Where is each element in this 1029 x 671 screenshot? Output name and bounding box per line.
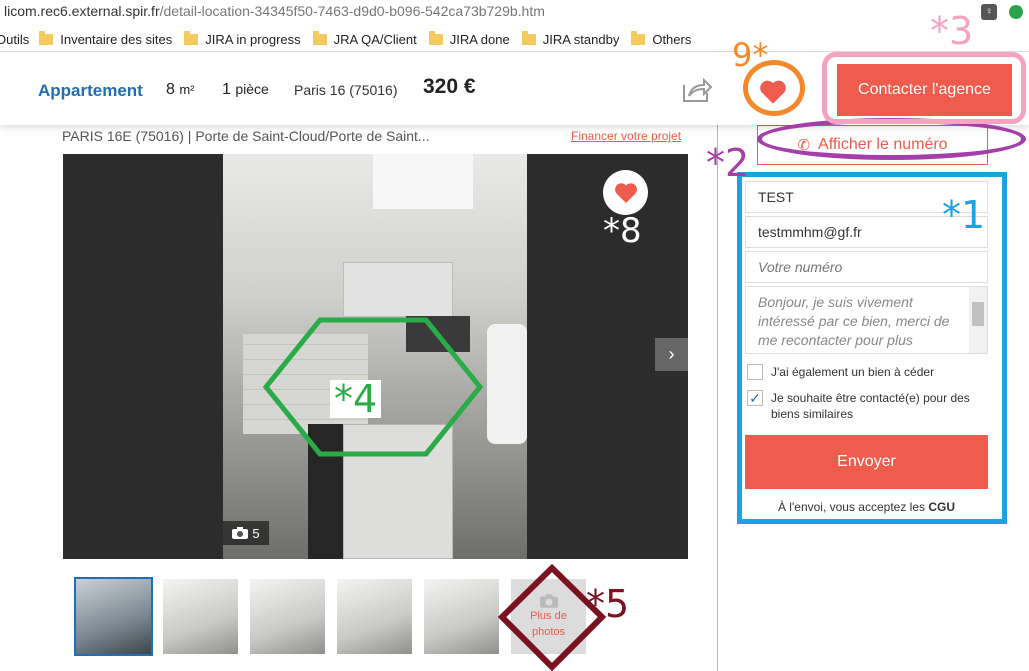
profile-icon[interactable]	[1009, 5, 1023, 19]
phone-placeholder: Votre numéro	[758, 259, 843, 275]
email-field[interactable]: testmmhm@gf.fr	[745, 216, 988, 248]
city: Paris 16 (75016)	[294, 82, 398, 98]
send-label: Envoyer	[837, 453, 896, 470]
name-field[interactable]: TEST	[745, 181, 988, 213]
bookmark-outils[interactable]: Outils	[0, 32, 29, 47]
bookmark-label: JIRA standby	[542, 32, 620, 47]
folder-icon	[521, 31, 536, 45]
check-bien-a-ceder-label: J'ai également un bien à céder	[771, 365, 935, 379]
email-value: testmmhm@gf.fr	[758, 224, 862, 240]
camera-icon	[539, 593, 558, 608]
photo-skylight	[373, 154, 473, 209]
thumbnail[interactable]	[74, 577, 153, 656]
gallery-favorite-button[interactable]	[603, 170, 648, 215]
show-number-button[interactable]: ✆ Afficher le numéro	[757, 125, 988, 165]
contact-agency-button[interactable]: Contacter l'agence	[837, 64, 1012, 116]
send-button[interactable]: Envoyer	[745, 435, 988, 489]
bookmark-jra-qa-client[interactable]: JRA QA/Client	[312, 31, 417, 47]
photo-count-value: 5	[252, 525, 260, 541]
property-type: Appartement	[38, 81, 143, 100]
bookmarks-bar: Outils Inventaire des sites JIRA in prog…	[0, 28, 1029, 52]
bookmark-label: Inventaire des sites	[60, 32, 173, 47]
bookmark-label: JRA QA/Client	[333, 32, 417, 47]
folder-icon	[631, 31, 646, 45]
checkbox-biens-similaires[interactable]: ✓	[747, 390, 763, 406]
message-placeholder: Bonjour, je suis vivement intéressé par …	[758, 294, 950, 353]
surface-value: 8	[166, 81, 175, 98]
gallery-next-button[interactable]: ›	[655, 338, 688, 371]
more-photos-label-2: photos	[531, 625, 566, 638]
check-biens-similaires-label: Je souhaite être contacté(e) pour des bi…	[771, 391, 970, 421]
breadcrumb: PARIS 16E (75016) | Porte de Saint-Cloud…	[62, 128, 430, 144]
financer-link[interactable]: Financer votre projet	[571, 129, 681, 143]
name-value: TEST	[758, 189, 794, 205]
thumbnail-strip: Plus de photos	[74, 577, 586, 656]
photo-microwave	[406, 316, 470, 352]
bookmark-inventaire[interactable]: Inventaire des sites	[39, 31, 173, 47]
folder-icon	[312, 31, 327, 45]
browser-url-bar[interactable]: licom.rec6.external.spir.fr/detail-locat…	[0, 0, 1029, 24]
browser-extension-area: ♀	[981, 4, 1023, 20]
share-icon[interactable]	[682, 77, 712, 103]
header-favorite-button[interactable]	[750, 69, 796, 115]
url-path: /detail-location-34345f50-7463-d9d0-b096…	[159, 3, 545, 19]
bookmark-label: Others	[652, 32, 692, 47]
message-scrollbar-thumb[interactable]	[972, 302, 984, 326]
photo-gallery[interactable]: 5 ›	[63, 154, 688, 559]
cgu-notice: À l'envoi, vous acceptez les CGU	[745, 500, 988, 514]
photo-fridge	[343, 424, 453, 559]
surface: 8 m²	[166, 81, 195, 99]
photo-boiler	[487, 324, 527, 444]
check-bien-a-ceder[interactable]: J'ai également un bien à céder	[747, 364, 934, 380]
show-number-label: Afficher le numéro	[818, 136, 948, 153]
bookmark-jira-standby[interactable]: JIRA standby	[521, 31, 620, 47]
folder-icon	[39, 31, 54, 45]
price: 320 €	[423, 75, 476, 98]
thumbnail[interactable]	[337, 579, 412, 654]
bookmark-label: JIRA in progress	[205, 32, 301, 47]
photo-lower-cabinet	[308, 424, 348, 559]
folder-icon	[428, 31, 443, 45]
url-text[interactable]: licom.rec6.external.spir.fr/detail-locat…	[4, 3, 545, 19]
heart-icon	[760, 80, 786, 104]
rooms-unit: pièce	[235, 81, 269, 97]
url-host: licom.rec6.external.spir.fr	[4, 3, 160, 19]
listing-photo[interactable]	[223, 154, 527, 559]
thumbnail[interactable]	[163, 579, 238, 654]
check-biens-similaires[interactable]: ✓ Je souhaite être contacté(e) pour des …	[747, 390, 987, 422]
bookmark-label: Outils	[0, 32, 30, 47]
chevron-right-icon: ›	[668, 344, 675, 364]
phone-icon: ✆	[797, 137, 811, 154]
extension-icon[interactable]: ♀	[981, 4, 997, 20]
bookmark-jira-in-progress[interactable]: JIRA in progress	[184, 31, 301, 47]
thumbnail[interactable]	[424, 579, 499, 654]
rooms: 1 pièce	[222, 81, 269, 99]
contact-agency-label: Contacter l'agence	[858, 81, 991, 98]
photo-cabinet	[343, 262, 453, 317]
rooms-value: 1	[222, 81, 231, 98]
folder-icon	[184, 31, 199, 45]
bookmark-jira-done[interactable]: JIRA done	[428, 31, 510, 47]
surface-unit: m²	[179, 82, 195, 97]
photo-tiles	[243, 334, 368, 434]
camera-icon	[232, 527, 249, 539]
cgu-prefix: À l'envoi, vous acceptez les	[777, 500, 926, 514]
more-photos-button[interactable]: Plus de photos	[511, 579, 586, 654]
heart-icon	[614, 182, 637, 203]
bookmark-others[interactable]: Others	[631, 31, 692, 47]
message-textarea[interactable]: Bonjour, je suis vivement intéressé par …	[745, 286, 988, 354]
more-photos-label-1: Plus de	[530, 609, 567, 622]
bookmark-label: JIRA done	[449, 32, 510, 47]
cgu-link[interactable]: CGU	[928, 500, 955, 514]
checkbox-bien-a-ceder[interactable]	[747, 364, 763, 380]
phone-field[interactable]: Votre numéro	[745, 251, 988, 283]
thumbnail[interactable]	[250, 579, 325, 654]
photo-count-badge: 5	[223, 521, 269, 545]
